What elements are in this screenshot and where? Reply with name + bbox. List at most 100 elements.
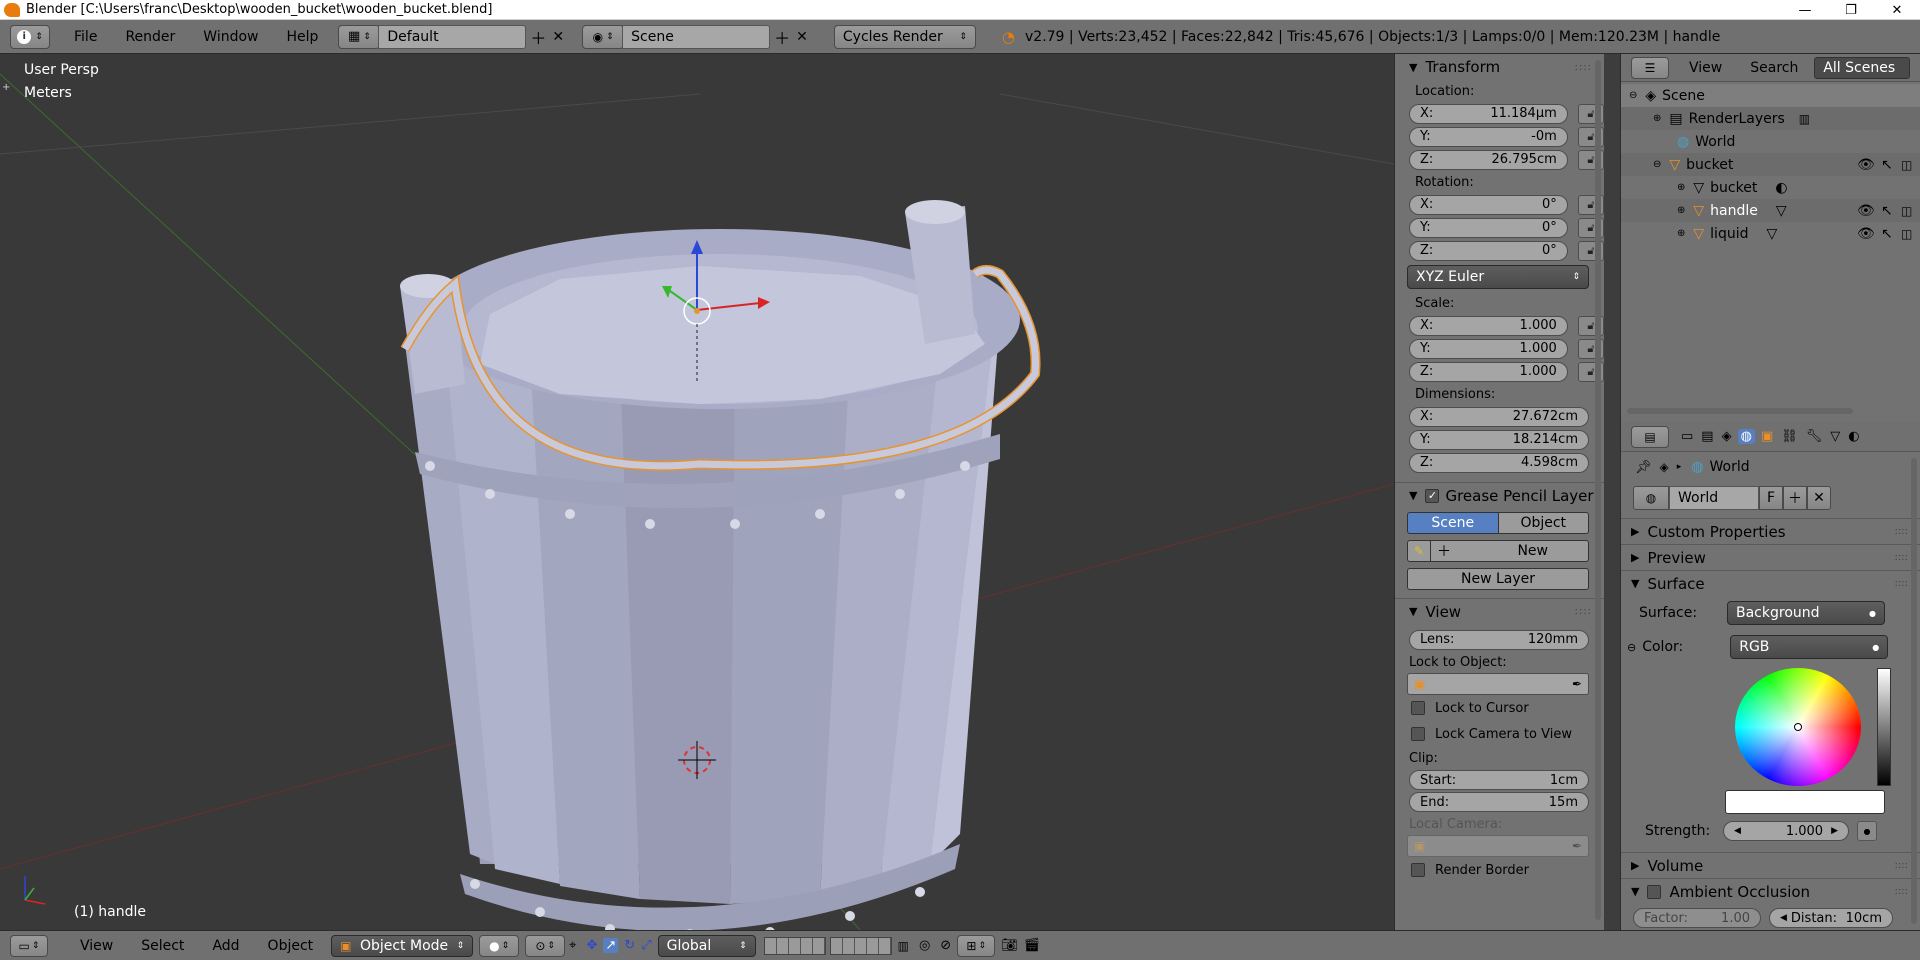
world-name-field[interactable]: World bbox=[1669, 486, 1759, 510]
scene-name[interactable]: Scene bbox=[622, 24, 771, 49]
color-mode-select[interactable]: RGB ● bbox=[1730, 635, 1889, 659]
render-camera-icon[interactable]: ◫ bbox=[1901, 227, 1912, 241]
menu-window[interactable]: Window bbox=[189, 29, 272, 45]
transform-panel-header[interactable]: ▼ Transform :::: bbox=[1395, 54, 1604, 80]
expand-icon[interactable]: ⊕ bbox=[1677, 228, 1685, 239]
properties-editor-type[interactable]: ▤ bbox=[1631, 425, 1669, 448]
unlink-world-button[interactable]: ✕ bbox=[1807, 486, 1831, 510]
interaction-mode-select[interactable]: ▣ Object Mode ⇕ bbox=[331, 934, 474, 957]
custom-properties-panel-header[interactable]: ▶ Custom Properties:::: bbox=[1621, 518, 1920, 544]
color-swatch[interactable] bbox=[1725, 790, 1885, 814]
location-x-field[interactable]: X: 11.184µm bbox=[1409, 103, 1568, 124]
rotate-manipulator-icon[interactable]: ↻ bbox=[624, 938, 635, 953]
select-cursor-icon[interactable]: ↖ bbox=[1881, 226, 1893, 242]
view-panel-header[interactable]: ▼ View :::: bbox=[1395, 598, 1604, 624]
new-world-button[interactable]: ＋ bbox=[1783, 486, 1807, 510]
drag-grip-icon[interactable]: :::: bbox=[1575, 606, 1592, 617]
close-button[interactable]: ✕ bbox=[1874, 0, 1920, 20]
outliner-row-world[interactable]: ◍ World bbox=[1621, 130, 1920, 153]
pivot-point-select[interactable]: ⊙ ⇕ bbox=[525, 934, 566, 957]
drag-grip-icon[interactable]: :::: bbox=[1895, 578, 1908, 589]
properties-scrollbar[interactable] bbox=[1911, 458, 1917, 924]
world-browse[interactable]: ◍ bbox=[1633, 486, 1669, 510]
grease-pencil-enable-checkbox[interactable]: ✓ bbox=[1425, 488, 1440, 503]
rotation-mode-select[interactable]: XYZ Euler ⇕ bbox=[1407, 265, 1589, 289]
viewport-toggle-plus-icon[interactable]: + bbox=[2, 82, 10, 93]
render-tab-icon[interactable]: ▭ bbox=[1681, 429, 1693, 444]
surface-panel-header[interactable]: ▼ Surface:::: bbox=[1621, 570, 1920, 596]
outliner-row-bucket-object[interactable]: ⊖ ▽ bucket 👁︎ ↖ ◫ bbox=[1621, 153, 1920, 176]
add-scene-icon[interactable]: ＋ bbox=[774, 25, 790, 49]
ao-factor-field[interactable]: Factor: 1.00 bbox=[1633, 908, 1761, 928]
menu-help[interactable]: Help bbox=[272, 29, 332, 45]
remove-screen-icon[interactable]: ✕ bbox=[552, 29, 564, 45]
unlink-socket-icon[interactable]: ⊖ bbox=[1627, 641, 1636, 654]
expand-icon[interactable]: ⊕ bbox=[1677, 205, 1685, 216]
menu-object[interactable]: Object bbox=[254, 938, 328, 954]
outliner-row-liquid[interactable]: ⊕ ▽ liquid ▽ 👁︎ ↖ ◫ bbox=[1621, 222, 1920, 245]
collapse-icon[interactable]: ⊖ bbox=[1653, 159, 1661, 170]
tab-object[interactable]: Object bbox=[1498, 512, 1589, 534]
snap-toggle-icon[interactable]: ⊘ bbox=[940, 938, 951, 953]
lock-layers-icon[interactable]: ▥ bbox=[898, 939, 909, 953]
expand-icon[interactable]: ⊕ bbox=[1677, 182, 1685, 193]
lock-camera-to-view-checkbox[interactable]: Lock Camera to View bbox=[1411, 721, 1604, 747]
fake-user-button[interactable]: F bbox=[1759, 486, 1783, 510]
decrement-arrow-icon[interactable]: ◀ bbox=[1780, 913, 1787, 923]
render-layers-tab-icon[interactable]: ▤ bbox=[1701, 429, 1713, 444]
grease-pencil-new-button[interactable]: ＋ New bbox=[1431, 540, 1589, 562]
pin-icon[interactable]: 📌︎ bbox=[1635, 460, 1652, 475]
viewport-shading-select[interactable]: ● ⇕ bbox=[479, 934, 520, 957]
clip-start-field[interactable]: Start: 1cm bbox=[1409, 770, 1589, 790]
drag-grip-icon[interactable]: :::: bbox=[1895, 552, 1908, 563]
outliner-horizontal-scrollbar[interactable] bbox=[1627, 408, 1853, 414]
transform-orientation-select[interactable]: Global ⇕ bbox=[657, 934, 756, 957]
location-z-field[interactable]: Z: 26.795cm bbox=[1409, 149, 1568, 170]
screen-layout-name[interactable]: Default bbox=[378, 24, 527, 49]
decrement-arrow-icon[interactable]: ◀ bbox=[1734, 826, 1741, 836]
menu-add[interactable]: Add bbox=[198, 938, 253, 954]
tab-scene[interactable]: Scene bbox=[1407, 512, 1499, 534]
scale-manipulator-icon[interactable]: ⤢ bbox=[641, 938, 651, 953]
outliner-display-mode[interactable]: All Scenes bbox=[1814, 56, 1911, 79]
render-camera-icon[interactable]: ◫ bbox=[1901, 204, 1912, 218]
scale-z-field[interactable]: Z: 1.000 bbox=[1409, 361, 1568, 382]
move-manipulator-icon[interactable]: ↗ bbox=[603, 938, 619, 953]
outliner-row-bucket-mesh[interactable]: ⊕ ▽ bucket ◐ bbox=[1621, 176, 1920, 199]
outliner-editor-type[interactable]: ☰ bbox=[1631, 56, 1669, 79]
modifiers-tab-icon[interactable]: 🔧︎ bbox=[1806, 429, 1823, 444]
world-tab-icon[interactable]: ◍ bbox=[1737, 429, 1755, 444]
maximize-button[interactable]: ❐ bbox=[1828, 0, 1874, 20]
layers-grid-1[interactable] bbox=[763, 936, 826, 955]
constraints-tab-icon[interactable]: ⛓ bbox=[1781, 429, 1798, 444]
render-border-checkbox[interactable]: Render Border bbox=[1411, 857, 1604, 883]
visibility-eye-icon[interactable]: 👁︎ bbox=[1857, 203, 1875, 219]
rotation-y-field[interactable]: Y: 0° bbox=[1409, 217, 1568, 238]
volume-panel-header[interactable]: ▶ Volume:::: bbox=[1621, 852, 1920, 878]
menu-select[interactable]: Select bbox=[127, 938, 198, 954]
screen-layout-browse[interactable]: ▦ ⇕ bbox=[338, 24, 381, 49]
rotation-x-field[interactable]: X: 0° bbox=[1409, 194, 1568, 215]
proportional-edit-icon[interactable]: ◎ bbox=[919, 938, 930, 953]
outliner-row-scene[interactable]: ⊖ ◈ Scene bbox=[1621, 84, 1920, 107]
scale-y-field[interactable]: Y: 1.000 bbox=[1409, 338, 1568, 359]
node-socket-icon[interactable]: ● bbox=[1857, 821, 1877, 841]
n-panel-scrollbar[interactable] bbox=[1595, 60, 1601, 920]
scene-tab-icon[interactable]: ◈ bbox=[1722, 429, 1732, 444]
scale-x-field[interactable]: X: 1.000 bbox=[1409, 315, 1568, 336]
outliner-row-renderlayers[interactable]: ⊕ ▤ RenderLayers ▥ bbox=[1621, 107, 1920, 130]
3d-viewport[interactable]: + User Persp Meters (1) handle bbox=[0, 54, 1394, 930]
preview-panel-header[interactable]: ▶ Preview:::: bbox=[1621, 544, 1920, 570]
render-camera-icon[interactable]: ◫ bbox=[1901, 158, 1912, 172]
drag-grip-icon[interactable]: :::: bbox=[1895, 886, 1908, 897]
translate-manipulator-icon[interactable]: ✥ bbox=[586, 938, 597, 953]
ao-distance-field[interactable]: ◀ Distan: 10cm bbox=[1769, 908, 1893, 928]
lens-field[interactable]: Lens: 120mm bbox=[1409, 629, 1589, 650]
object-tab-icon[interactable]: ▣ bbox=[1761, 429, 1773, 444]
outliner-row-handle[interactable]: ⊕ ▽ handle ▽ 👁︎ ↖ ◫ bbox=[1621, 199, 1920, 222]
grease-pencil-browse[interactable]: ✎ bbox=[1407, 540, 1431, 562]
lock-to-cursor-checkbox[interactable]: Lock to Cursor bbox=[1411, 695, 1604, 721]
minimize-button[interactable]: — bbox=[1782, 0, 1828, 20]
select-cursor-icon[interactable]: ↖ bbox=[1881, 203, 1893, 219]
select-cursor-icon[interactable]: ↖ bbox=[1881, 157, 1893, 173]
